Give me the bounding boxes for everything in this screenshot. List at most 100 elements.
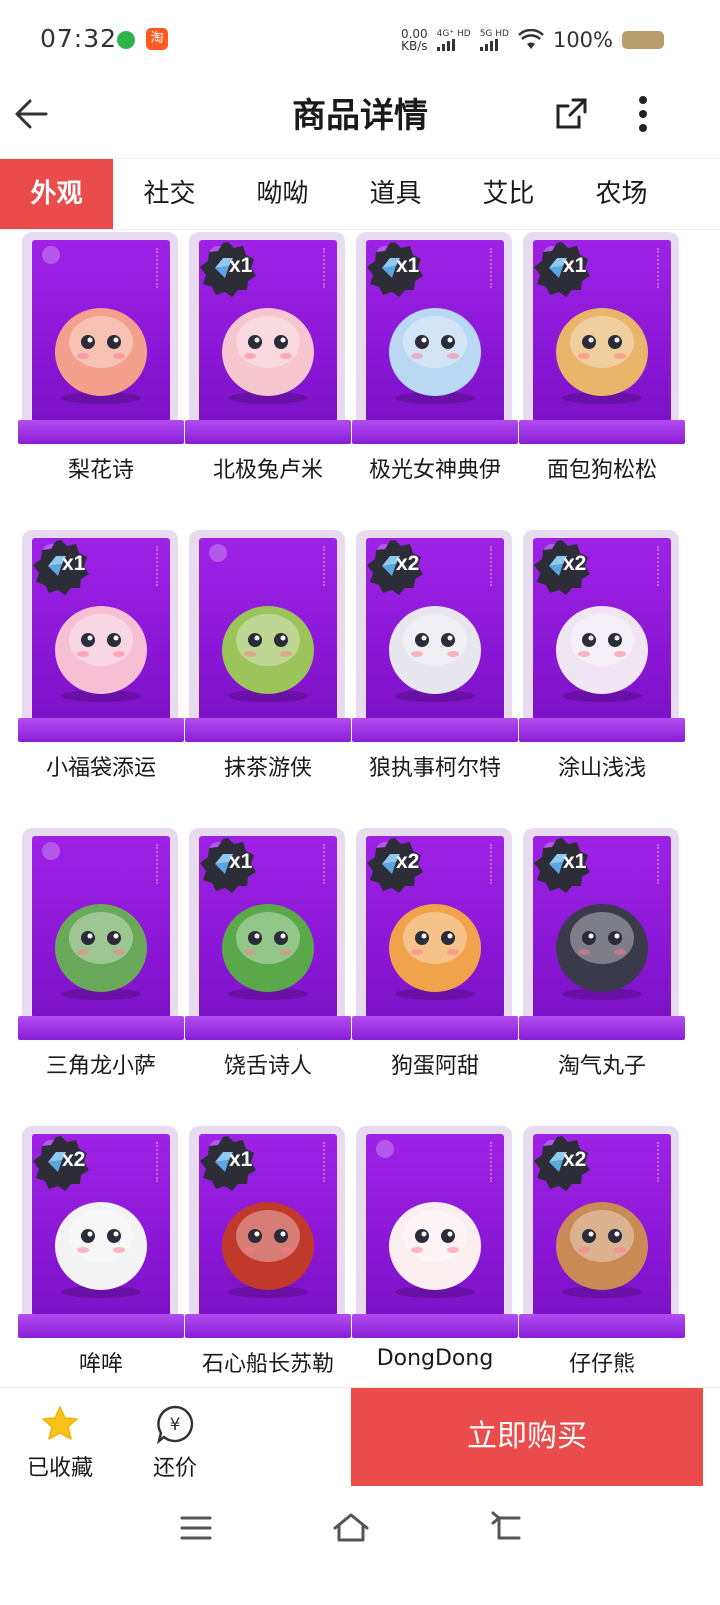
item-card[interactable]: x2 狼执事柯尔特 xyxy=(352,528,518,818)
quantity-badge-text: x2 xyxy=(563,552,587,575)
character-figure xyxy=(222,606,314,702)
quantity-badge-text: x2 xyxy=(563,1148,587,1171)
quantity-badge: x2 xyxy=(366,538,424,596)
bargain-button[interactable]: ¥ 还价 xyxy=(142,1404,208,1482)
display-box: x1 xyxy=(352,230,518,446)
display-box: x1 xyxy=(185,1124,351,1340)
quantity-badge-text: x1 xyxy=(229,850,253,873)
wifi-icon xyxy=(518,29,544,49)
display-box: x2 xyxy=(18,1124,184,1340)
item-name: 涂山浅浅 xyxy=(557,756,646,781)
quantity-badge: x1 xyxy=(199,836,257,894)
item-card[interactable]: x2 哞哞 xyxy=(18,1124,184,1390)
item-name: 梨花诗 xyxy=(67,458,134,483)
quantity-badge: x2 xyxy=(533,538,591,596)
item-card[interactable]: 三角龙小萨 xyxy=(18,826,184,1116)
sim1-label: 4G⁺ HD xyxy=(436,29,471,39)
quantity-badge-text: x1 xyxy=(62,552,86,575)
logo-icon xyxy=(42,246,60,264)
box-base xyxy=(352,1016,518,1040)
back-system-icon[interactable] xyxy=(487,1508,527,1548)
character-figure xyxy=(556,606,648,702)
box-base xyxy=(18,718,184,742)
quantity-badge: x1 xyxy=(199,240,257,298)
box-base xyxy=(18,420,184,444)
quantity-badge-text: x2 xyxy=(396,850,420,873)
box-base xyxy=(185,718,351,742)
quantity-badge: x2 xyxy=(366,836,424,894)
chat-yen-icon: ¥ xyxy=(156,1405,194,1444)
item-card[interactable]: x1 面包狗松松 xyxy=(519,230,685,520)
quantity-badge-text: x1 xyxy=(563,850,587,873)
display-box xyxy=(18,230,184,446)
box-base xyxy=(519,1016,685,1040)
item-card[interactable]: x2 仔仔熊 xyxy=(519,1124,685,1390)
item-card[interactable]: x2 狗蛋阿甜 xyxy=(352,826,518,1116)
display-box: x1 xyxy=(185,230,351,446)
character-figure xyxy=(556,1202,648,1298)
item-card[interactable]: x1 极光女神典伊 xyxy=(352,230,518,520)
box-base xyxy=(185,1016,351,1040)
home-icon[interactable] xyxy=(331,1508,371,1548)
item-card[interactable]: DongDong xyxy=(352,1124,518,1390)
net-speed-unit: KB/s xyxy=(401,39,428,53)
item-card[interactable]: x2 涂山浅浅 xyxy=(519,528,685,818)
tab-social[interactable]: 社交 xyxy=(113,159,226,229)
character-figure xyxy=(556,308,648,404)
item-name: 淘气丸子 xyxy=(557,1054,646,1079)
menu-icon[interactable] xyxy=(176,1508,216,1548)
quantity-badge-text: x2 xyxy=(396,552,420,575)
box-base xyxy=(18,1016,184,1040)
sim1-signal-icon: 4G⁺ HD xyxy=(436,29,471,51)
box-base xyxy=(352,420,518,444)
quantity-badge: x1 xyxy=(32,538,90,596)
status-bar: 07:32 淘 0.00 KB/s 4G⁺ HD 5G HD 100% xyxy=(0,0,720,84)
tab-youyou[interactable]: 呦呦 xyxy=(226,159,339,229)
nav-header: 商品详情 xyxy=(0,84,720,158)
bargain-symbol: ¥ xyxy=(170,1415,181,1435)
item-card[interactable]: x1 饶舌诗人 xyxy=(185,826,351,1116)
item-card[interactable]: x1 石心船长苏勒 xyxy=(185,1124,351,1390)
box-base xyxy=(352,718,518,742)
tab-props[interactable]: 道具 xyxy=(339,159,452,229)
buy-now-button[interactable]: 立即购买 xyxy=(351,1388,703,1486)
display-box: x2 xyxy=(519,528,685,744)
quantity-badge-text: x1 xyxy=(229,254,253,277)
item-grid: 梨花诗 x1 北极兔卢米 x1 极光女神典伊 x1 面包狗松松 x1 小福袋添运 抹茶游侠 x2 狼执… xyxy=(18,230,686,1390)
favorite-button[interactable]: 已收藏 xyxy=(22,1404,98,1482)
item-name: 狗蛋阿甜 xyxy=(390,1054,479,1079)
box-base xyxy=(519,718,685,742)
quantity-badge: x2 xyxy=(533,1134,591,1192)
item-card[interactable]: x1 北极兔卢米 xyxy=(185,230,351,520)
action-bar: 已收藏 ¥ 还价 立即购买 xyxy=(0,1388,720,1486)
tab-farm[interactable]: 农场 xyxy=(565,159,678,229)
bargain-label: 还价 xyxy=(152,1456,197,1481)
item-card[interactable]: x1 小福袋添运 xyxy=(18,528,184,818)
character-figure xyxy=(222,308,314,404)
more-vertical-icon[interactable] xyxy=(628,92,658,136)
tab-appearance[interactable]: 外观 xyxy=(0,159,113,229)
quantity-badge: x2 xyxy=(32,1134,90,1192)
box-base xyxy=(519,1314,685,1338)
item-name: 抹茶游侠 xyxy=(223,756,312,781)
character-figure xyxy=(55,904,147,1000)
sim2-label: 5G HD xyxy=(479,29,509,39)
quantity-badge: x1 xyxy=(533,240,591,298)
sim2-signal-icon: 5G HD xyxy=(479,29,509,51)
display-box: x2 xyxy=(352,528,518,744)
display-box xyxy=(18,826,184,1042)
share-icon[interactable] xyxy=(553,96,589,132)
item-card[interactable]: 梨花诗 xyxy=(18,230,184,520)
quantity-badge-text: x1 xyxy=(396,254,420,277)
item-card[interactable]: 抹茶游侠 xyxy=(185,528,351,818)
notification-icon xyxy=(117,31,135,49)
character-figure xyxy=(556,904,648,1000)
logo-icon xyxy=(42,842,60,860)
display-box: x1 xyxy=(18,528,184,744)
item-card[interactable]: x1 淘气丸子 xyxy=(519,826,685,1116)
item-name: 极光女神典伊 xyxy=(368,458,501,483)
tab-aibi[interactable]: 艾比 xyxy=(452,159,565,229)
display-box: x2 xyxy=(352,826,518,1042)
system-nav-bar xyxy=(0,1486,720,1605)
quantity-badge: x1 xyxy=(533,836,591,894)
